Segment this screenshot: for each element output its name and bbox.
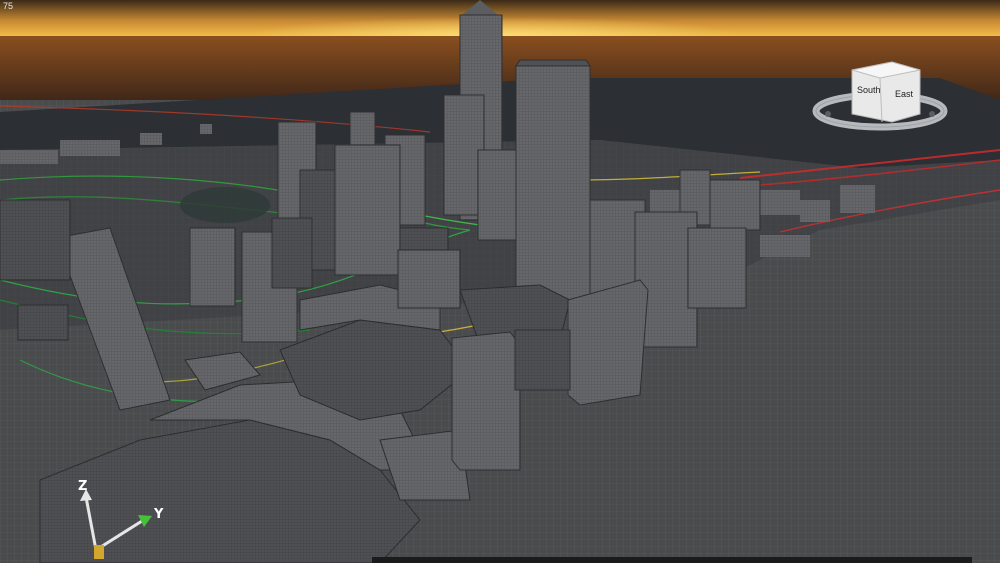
bottom-panel-edge	[372, 557, 972, 563]
axis-gizmo[interactable]: Z Y	[60, 475, 180, 563]
view-cube[interactable]: South East	[810, 58, 950, 134]
y-axis-label: Y	[154, 507, 164, 522]
view-cube-south-face[interactable]: South	[857, 85, 881, 95]
fps-counter: 75	[3, 1, 14, 11]
view-cube-east-face[interactable]: East	[895, 89, 913, 99]
park-area	[180, 187, 270, 223]
z-axis-label: Z	[78, 479, 88, 494]
view-cube-graphic	[812, 61, 948, 131]
3d-viewport[interactable]: 75 Z Y South East	[0, 0, 1000, 563]
main-glass-tower	[515, 59, 591, 301]
